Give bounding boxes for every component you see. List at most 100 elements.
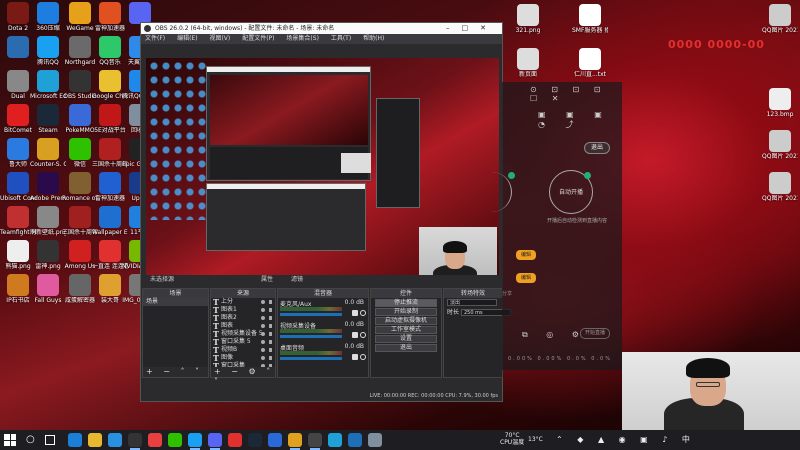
scenes-dock-buttons[interactable]: + − ˄ ˅ xyxy=(143,367,208,377)
volume-slider[interactable] xyxy=(280,335,342,338)
lock-icon[interactable] xyxy=(269,324,272,328)
lock-icon[interactable] xyxy=(269,300,272,304)
left-mode-ring[interactable] xyxy=(492,172,515,212)
taskbar-app-icon[interactable] xyxy=(348,433,362,447)
menu-edit[interactable]: 编辑(E) xyxy=(177,35,197,42)
speaker-icon[interactable] xyxy=(352,310,358,316)
lock-icon[interactable] xyxy=(269,332,272,336)
obs-titlebar[interactable]: OBS 26.0.2 (64-bit, windows) - 配置文件: 未命名… xyxy=(141,23,502,34)
taskbar-app-icon[interactable] xyxy=(68,433,82,447)
desktop-file-icon[interactable]: 123.bmp xyxy=(762,88,798,118)
volume-slider[interactable] xyxy=(280,357,342,360)
eye-icon[interactable] xyxy=(261,356,265,360)
desktop-icon[interactable]: 腾讯QQ xyxy=(30,36,66,66)
obs-window[interactable]: OBS 26.0.2 (64-bit, windows) - 配置文件: 未命名… xyxy=(140,22,511,402)
desktop-icon[interactable]: Counter-S. Global Offe. xyxy=(30,138,66,168)
menu-scene-collection[interactable]: 场景集合(S) xyxy=(286,35,319,42)
speaker-icon[interactable] xyxy=(352,354,358,360)
taskbar-app-icon[interactable] xyxy=(148,433,162,447)
transition-type-select[interactable]: 淡出 xyxy=(447,299,497,306)
lock-icon[interactable] xyxy=(269,348,272,352)
desktop-file-icon[interactable]: 321.png xyxy=(510,4,546,34)
taskbar-app-icon[interactable] xyxy=(208,433,222,450)
taskbar-app-icon[interactable] xyxy=(128,433,142,450)
lock-icon[interactable] xyxy=(269,356,272,360)
auto-start-toggle[interactable]: 自动开播 xyxy=(549,170,593,214)
taskbar-app-icon[interactable] xyxy=(188,433,202,450)
control-button[interactable]: 退出 xyxy=(375,344,437,352)
desktop-icon[interactable]: Fall Guys xyxy=(30,274,66,304)
desktop-file-icon[interactable]: 仁川直...txt xyxy=(572,48,608,78)
control-button[interactable]: 设置 xyxy=(375,335,437,343)
sources-dock-buttons[interactable]: + − ⚙ ˄ ˅ xyxy=(211,367,275,386)
source-item[interactable]: T 视频采集设备 5 xyxy=(211,330,275,338)
menu-view[interactable]: 视图(V) xyxy=(209,35,230,42)
properties-tab[interactable]: 属性 xyxy=(261,275,273,285)
source-item[interactable]: T 视频B xyxy=(211,346,275,354)
source-item[interactable]: T 图表 xyxy=(211,322,275,330)
taskbar-app-icon[interactable] xyxy=(368,433,382,447)
desktop-icon[interactable]: 刷新壁纸.png xyxy=(30,206,66,236)
taskbar-app-icon[interactable] xyxy=(308,433,322,450)
edit-button-1[interactable]: 编辑 xyxy=(516,250,536,260)
windows-start-icon[interactable] xyxy=(4,434,16,446)
edit-button-2[interactable]: 编辑 xyxy=(516,273,536,283)
source-item[interactable]: T 图像 xyxy=(211,354,275,362)
volume-slider[interactable] xyxy=(280,313,342,316)
streamer-bottom-icons[interactable]: ⧉ ◎ ⚙ xyxy=(522,330,587,340)
control-button[interactable]: 开始录制 xyxy=(375,308,437,316)
window-controls[interactable]: –□✕ xyxy=(446,23,498,34)
eye-icon[interactable] xyxy=(261,316,265,320)
tray-icons[interactable]: ⌃ ◆ ▲ ◉ ▣ ♪ 中 xyxy=(556,434,696,445)
gear-icon[interactable] xyxy=(360,354,366,360)
gear-icon[interactable] xyxy=(360,332,366,338)
desktop-icon[interactable]: Steam xyxy=(30,104,66,134)
menu-tools[interactable]: 工具(T) xyxy=(331,35,351,42)
menu-file[interactable]: 文件(F) xyxy=(145,35,165,42)
eye-icon[interactable] xyxy=(261,348,265,352)
filters-tab[interactable]: 滤镜 xyxy=(291,275,303,285)
taskbar-app-icon[interactable] xyxy=(248,433,262,447)
taskbar-app-icon[interactable] xyxy=(88,433,102,447)
eye-icon[interactable] xyxy=(261,340,265,344)
gear-icon[interactable] xyxy=(360,310,366,316)
desktop-icon[interactable]: 雷神.png xyxy=(30,240,66,270)
streamer-toolbar-icons[interactable]: ▣ ▣ ▣ ◔ ⤴ xyxy=(538,110,622,130)
taskbar-app-icon[interactable] xyxy=(108,433,122,447)
desktop-file-icon[interactable]: QQ图片 2021011... xyxy=(762,130,798,160)
speaker-icon[interactable] xyxy=(352,332,358,338)
lock-icon[interactable] xyxy=(269,316,272,320)
desktop-file-icon[interactable]: QQ图片 2021025... xyxy=(762,4,798,34)
desktop-icon[interactable]: 360压缩 xyxy=(30,2,66,32)
control-button[interactable]: 工作室模式 xyxy=(375,326,437,334)
lock-icon[interactable] xyxy=(269,308,272,312)
taskbar-app-icon[interactable] xyxy=(168,433,182,447)
taskbar-app-icon[interactable] xyxy=(288,433,302,450)
control-button[interactable]: 停止推流 xyxy=(375,299,437,307)
eye-icon[interactable] xyxy=(261,308,265,312)
source-item[interactable]: T 窗口采集 5 xyxy=(211,338,275,346)
start-live-button[interactable]: 开始直播 xyxy=(580,328,610,339)
taskbar-app-icon[interactable] xyxy=(328,433,342,447)
eye-icon[interactable] xyxy=(261,300,265,304)
streamer-top-controls[interactable]: ⊙ ⊡ ⊡ ⊡ ☐ ✕ xyxy=(530,85,622,103)
control-button[interactable]: 启动虚拟摄像机 xyxy=(375,317,437,325)
exit-button[interactable]: 退出 xyxy=(584,142,610,154)
desktop-icon[interactable]: Adobe Premiere... xyxy=(30,172,66,202)
desktop-icon[interactable]: Microsoft Edge xyxy=(30,70,66,100)
obs-preview-canvas[interactable] xyxy=(146,58,499,283)
desktop-file-icon[interactable]: QQ图片 2021023... xyxy=(762,172,798,202)
task-view-icon[interactable] xyxy=(45,435,55,445)
lock-icon[interactable] xyxy=(269,340,272,344)
source-item[interactable]: T 上分 xyxy=(211,298,275,306)
taskbar-app-icon[interactable] xyxy=(268,433,282,447)
source-item[interactable]: T 图表1 xyxy=(211,306,275,314)
eye-icon[interactable] xyxy=(261,332,265,336)
menu-help[interactable]: 帮助(H) xyxy=(363,35,384,42)
source-item[interactable]: T 图表2 xyxy=(211,314,275,322)
streaming-assistant-window[interactable]: ⊙ ⊡ ⊡ ⊡ ☐ ✕ ▣ ▣ ▣ ◔ ⤴ 退出 自动开播 开播后自动检测到直播… xyxy=(502,82,622,370)
search-icon[interactable]: ○ xyxy=(26,434,35,445)
weather-label[interactable]: 13°C xyxy=(528,436,543,443)
scene-item[interactable]: 场景 xyxy=(143,298,208,306)
eye-icon[interactable] xyxy=(261,324,265,328)
